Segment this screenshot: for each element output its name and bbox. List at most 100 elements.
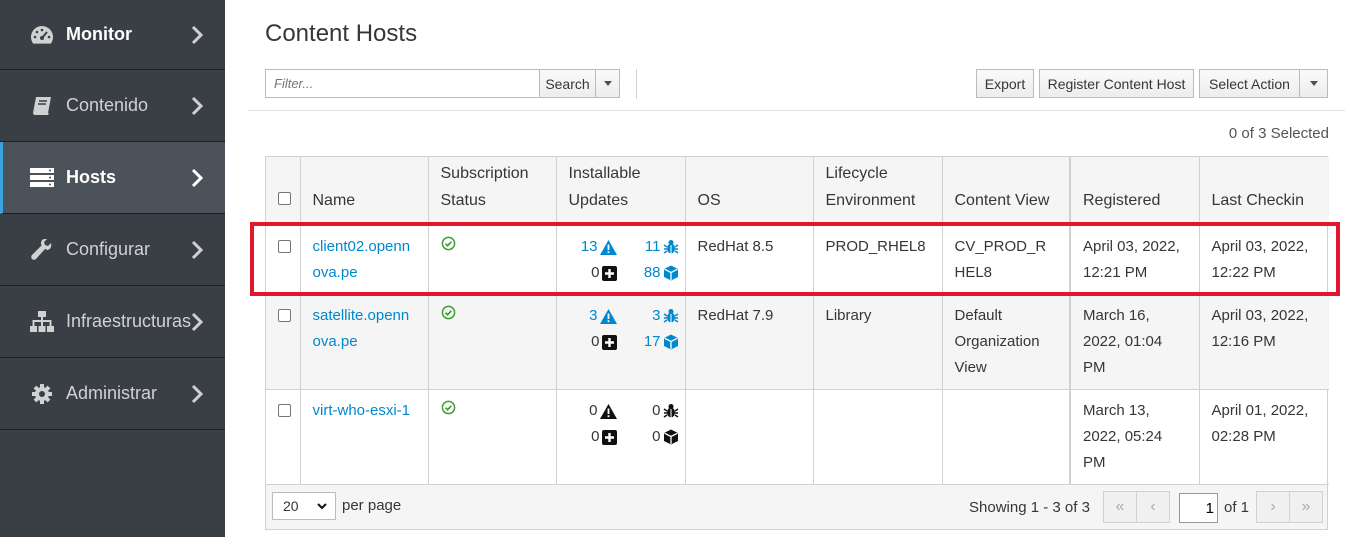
bug-icon xyxy=(663,240,678,254)
sidebar-item-contenido[interactable]: Contenido xyxy=(0,70,225,142)
toolbar-separator xyxy=(248,110,1345,111)
search-button[interactable]: Search xyxy=(539,69,596,98)
column-header-lifecycle-environment[interactable]: Lifecycle Environment xyxy=(813,157,943,226)
row-checkbox[interactable] xyxy=(278,404,291,417)
table-row: client02.opennova.pe 13 11 0 88 RedHat 8… xyxy=(266,225,1329,295)
enhancement-errata-link[interactable]: 0 xyxy=(569,329,617,355)
sidebar-item-hosts[interactable]: Hosts xyxy=(0,142,225,214)
sidebar-item-administrar[interactable]: Administrar xyxy=(0,358,225,430)
table-pagination-footer: 20 per page Showing 1 - 3 of 3 « ‹ of 1 … xyxy=(266,485,1327,529)
filter-input[interactable] xyxy=(265,69,540,98)
enhancement-errata-count: 0 xyxy=(591,428,600,445)
content-view-cell xyxy=(942,389,1071,485)
packages-link[interactable]: 17 xyxy=(617,329,679,355)
export-button[interactable]: Export xyxy=(976,69,1034,98)
installable-updates-cell: 0 0 0 0 xyxy=(556,389,686,485)
packages-count: 88 xyxy=(643,264,661,281)
page-number-input[interactable] xyxy=(1179,493,1218,523)
content-view-cell: Default Organization View xyxy=(942,294,1071,390)
plus-square-icon xyxy=(601,429,617,445)
packages-count: 0 xyxy=(652,428,661,445)
column-header-content-view[interactable]: Content View xyxy=(942,157,1071,226)
bugfix-errata-count: 3 xyxy=(652,307,661,324)
last-page-button[interactable]: » xyxy=(1289,491,1323,523)
first-page-button[interactable]: « xyxy=(1103,491,1137,523)
caret-down-icon xyxy=(1309,81,1318,86)
chevron-right-icon xyxy=(191,168,203,187)
os-cell: RedHat 7.9 xyxy=(685,294,814,390)
bugfix-errata-link[interactable]: 11 xyxy=(617,234,679,260)
column-header-os[interactable]: OS xyxy=(685,157,814,226)
last-checkin-cell: April 01, 2022, 02:28 PM xyxy=(1199,389,1329,485)
chevron-right-icon xyxy=(191,25,203,44)
table-row: satellite.opennova.pe 3 3 0 17 RedHat 7.… xyxy=(266,294,1329,390)
row-select-cell xyxy=(266,389,301,485)
sidebar-item-monitor[interactable]: Monitor xyxy=(0,0,225,70)
bugfix-errata-count: 11 xyxy=(644,238,661,255)
content-hosts-table: Name Subscription Status Installable Upd… xyxy=(265,156,1329,530)
column-header-name[interactable]: Name xyxy=(300,157,429,226)
chevron-right-icon xyxy=(191,240,203,259)
export-button-label: Export xyxy=(984,75,1026,92)
select-action-dropdown-toggle[interactable] xyxy=(1299,69,1328,98)
sidebar-item-label: Contenido xyxy=(66,95,149,115)
column-header-installable-updates: Installable Updates xyxy=(556,157,686,226)
sidebar-item-infraestructuras[interactable]: Infraestructuras xyxy=(0,286,225,358)
chevron-right-icon: › xyxy=(1270,498,1276,515)
search-dropdown-toggle[interactable] xyxy=(595,69,620,98)
select-all-checkbox[interactable] xyxy=(278,192,291,205)
security-warning-icon xyxy=(599,403,617,419)
security-errata-count: 3 xyxy=(589,307,598,324)
row-select-cell xyxy=(266,294,301,390)
security-errata-link[interactable]: 13 xyxy=(569,234,617,260)
selection-count: 0 of 3 Selected xyxy=(1228,125,1329,142)
sitemap-icon xyxy=(30,310,54,334)
register-button-label: Register Content Host xyxy=(1047,75,1186,92)
chevron-right-icon xyxy=(191,96,203,115)
sidebar-item-label: Infraestructuras xyxy=(66,311,192,331)
row-checkbox[interactable] xyxy=(278,309,291,322)
enhancement-errata-link[interactable]: 0 xyxy=(569,260,617,286)
host-name-link[interactable]: virt-who-esxi-1 xyxy=(313,402,411,419)
search-button-label: Search xyxy=(545,75,590,92)
bugfix-errata-link[interactable]: 3 xyxy=(617,303,679,329)
registered-cell: April 03, 2022, 12:21 PM xyxy=(1069,225,1200,295)
os-cell: RedHat 8.5 xyxy=(685,225,814,295)
select-action-button[interactable]: Select Action xyxy=(1199,69,1300,98)
check-circle-icon xyxy=(441,400,455,415)
next-page-button[interactable]: › xyxy=(1256,491,1290,523)
row-checkbox[interactable] xyxy=(278,240,291,253)
caret-down-icon xyxy=(603,81,612,86)
sidebar-item-label: Administrar xyxy=(66,383,158,403)
plus-square-icon xyxy=(601,265,617,281)
packages-count-group: 0 xyxy=(617,424,679,450)
select-all-header xyxy=(266,157,301,226)
registered-cell: March 13, 2022, 05:24 PM xyxy=(1069,389,1200,485)
double-chevron-left-icon: « xyxy=(1115,498,1125,515)
bug-icon xyxy=(663,404,678,418)
per-page-label: per page xyxy=(342,497,402,514)
per-page-value: 20 xyxy=(283,498,299,514)
column-header-registered[interactable]: Registered xyxy=(1069,157,1200,226)
content-view-cell: CV_PROD_RHEL8 xyxy=(942,225,1071,295)
register-content-host-button[interactable]: Register Content Host xyxy=(1039,69,1194,98)
select-action-label: Select Action xyxy=(1209,75,1290,92)
previous-page-button[interactable]: ‹ xyxy=(1136,491,1170,523)
subscription-status-cell xyxy=(428,225,557,295)
host-name-link[interactable]: satellite.opennova.pe xyxy=(313,307,410,350)
per-page-select[interactable]: 20 xyxy=(272,492,336,520)
sidebar-item-label: Hosts xyxy=(66,167,117,187)
installable-updates-cell: 13 11 0 88 xyxy=(556,225,686,295)
column-header-last-checkin[interactable]: Last Checkin xyxy=(1199,157,1329,226)
packages-link[interactable]: 88 xyxy=(617,260,679,286)
host-name-link[interactable]: client02.opennova.pe xyxy=(313,238,411,281)
security-errata-count: 0 xyxy=(589,402,598,419)
security-errata-link[interactable]: 3 xyxy=(569,303,617,329)
enhancement-errata-count-group: 0 xyxy=(569,424,617,450)
enhancement-errata-count: 0 xyxy=(591,264,600,281)
bug-icon xyxy=(663,309,678,323)
last-checkin-cell: April 03, 2022, 12:16 PM xyxy=(1199,294,1329,390)
check-circle-icon xyxy=(441,305,455,320)
chevron-down-icon xyxy=(317,503,327,510)
sidebar-item-configurar[interactable]: Configurar xyxy=(0,214,225,286)
